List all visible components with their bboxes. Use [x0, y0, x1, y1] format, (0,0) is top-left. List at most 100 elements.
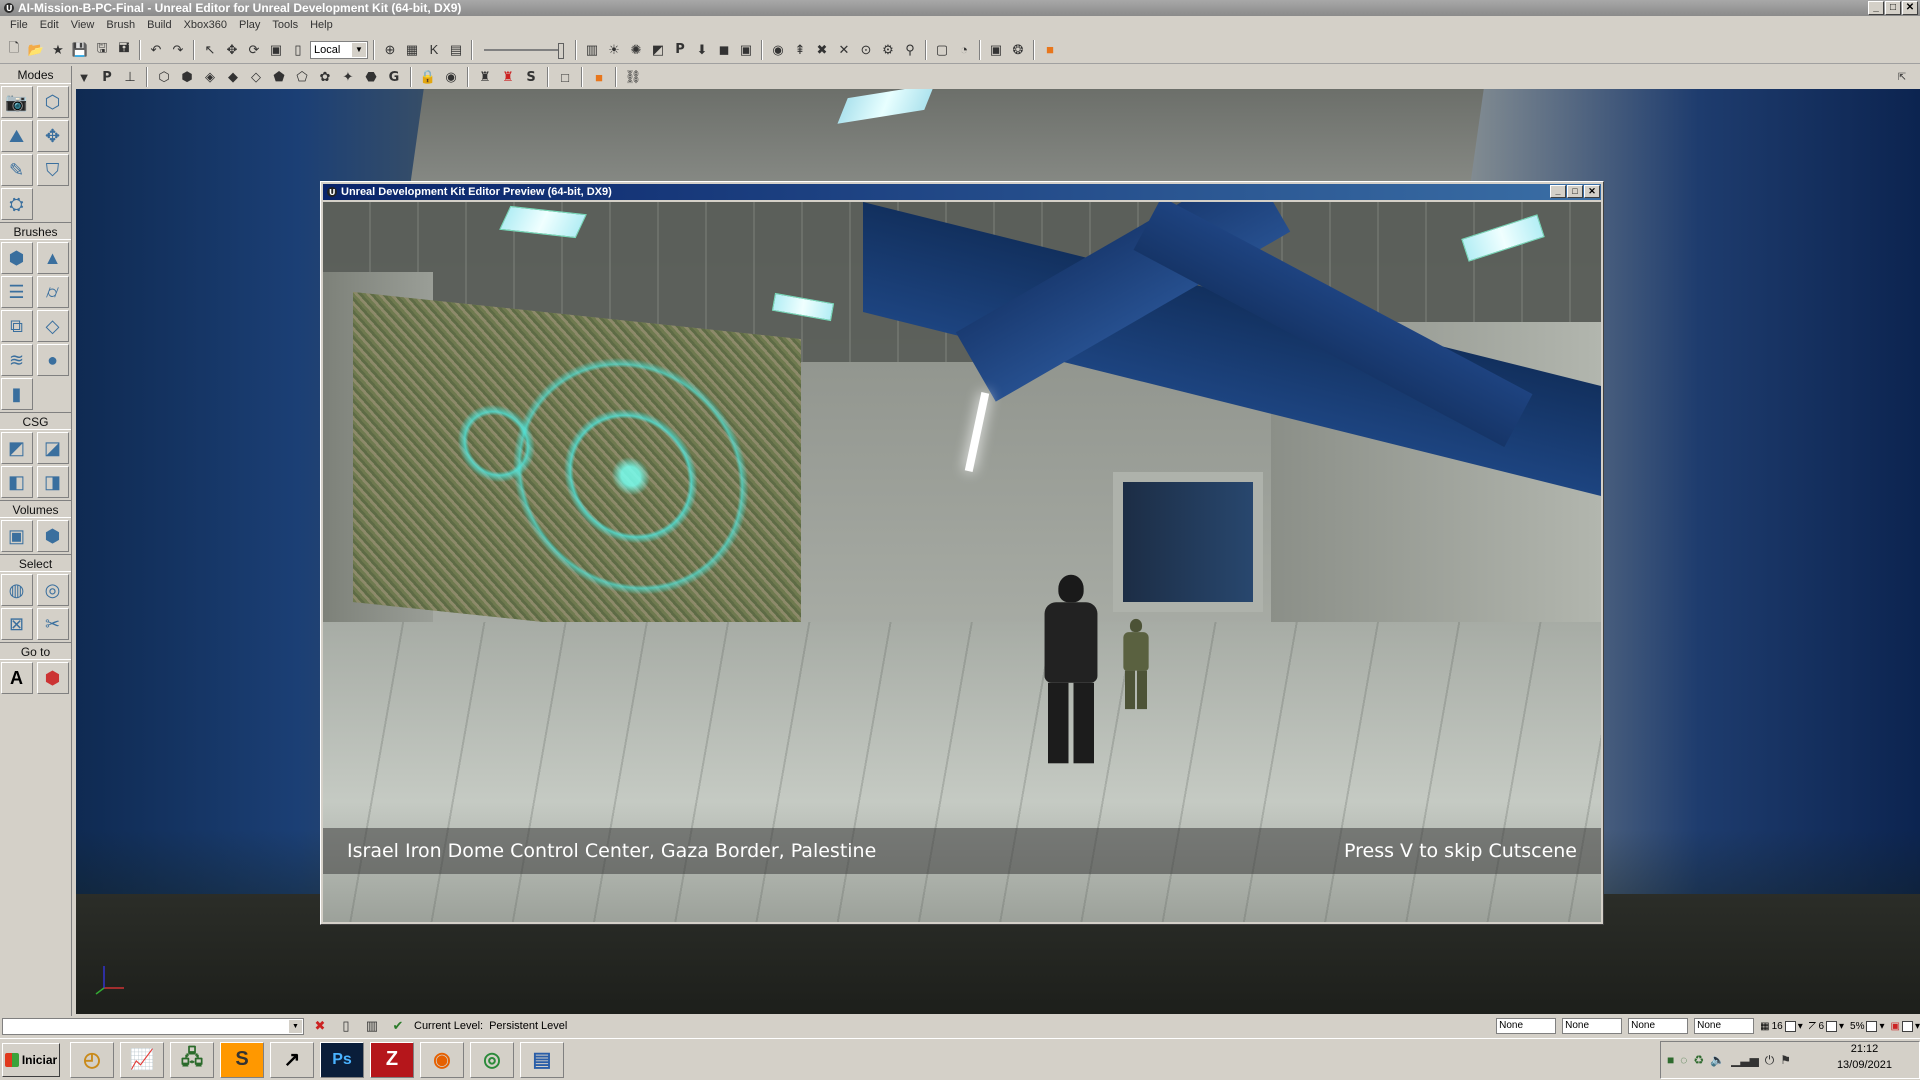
cube-brush-icon[interactable]: ⬢	[0, 242, 33, 274]
grid-size-control[interactable]: ▦ 16 ▾	[1760, 1020, 1803, 1032]
goto-builder-brush-icon[interactable]: ⬢	[36, 662, 69, 694]
tray-sync-icon[interactable]: ◌	[1680, 1053, 1687, 1067]
save-icon[interactable]: 💾	[70, 40, 90, 60]
monitor-icon[interactable]: ▣	[986, 40, 1006, 60]
geometry-mode-icon[interactable]: ⬡	[36, 86, 69, 118]
matinee-icon[interactable]: ▤	[446, 40, 466, 60]
preview-minimize-button[interactable]: _	[1550, 185, 1566, 198]
spiral-stair-brush-icon[interactable]: ≋	[0, 344, 33, 376]
undo-icon[interactable]: ↶	[146, 40, 166, 60]
light-complexity-icon[interactable]: ⬟	[269, 67, 289, 87]
orange-square-icon[interactable]: ■	[1040, 40, 1060, 60]
shader-complexity-icon[interactable]: ✿	[315, 67, 335, 87]
perspective-p-button[interactable]: P	[97, 67, 117, 87]
mesh-paint-mode-icon[interactable]: ✥	[36, 120, 69, 152]
build-cover-icon[interactable]: ◩	[648, 40, 668, 60]
grid-lock-icon[interactable]: ▥	[362, 1016, 382, 1036]
redo-icon[interactable]: ↷	[168, 40, 188, 60]
chevron-down-icon[interactable]: ▾	[1879, 1021, 1884, 1032]
menu-help[interactable]: Help	[304, 19, 339, 31]
save-as-icon[interactable]: 🖬	[114, 40, 134, 60]
unreal-app-icon[interactable]: ↗	[270, 1041, 314, 1078]
menu-brush[interactable]: Brush	[100, 19, 141, 31]
sublime-app-icon[interactable]: S	[220, 1041, 264, 1078]
autosave-control[interactable]: ▣ ▾	[1891, 1020, 1920, 1032]
build-paths-icon[interactable]: ✺	[626, 40, 646, 60]
minimize-button[interactable]: _	[1868, 1, 1884, 15]
select-invert-icon[interactable]: ⊠	[0, 608, 33, 640]
scale-nonuniform-icon[interactable]: ▯	[288, 40, 308, 60]
goto-actor-icon[interactable]: A	[0, 662, 33, 694]
explorer-app-icon[interactable]: ▤	[520, 1041, 564, 1078]
navigation-icon[interactable]: ✖	[812, 40, 832, 60]
chevron-down-icon[interactable]: ▾	[1915, 1021, 1920, 1032]
lightmap-density-icon[interactable]: ✦	[338, 67, 358, 87]
red-x-icon[interactable]: ✖	[310, 1016, 330, 1036]
add-volume-icon[interactable]: ▣	[0, 520, 33, 552]
tray-signal-icon[interactable]: ▁▃▅	[1731, 1053, 1759, 1067]
close-button[interactable]: ✕	[1902, 1, 1918, 15]
unlit-icon[interactable]: ◈	[200, 67, 220, 87]
show-all-icon[interactable]: ✂	[36, 608, 69, 640]
search-actor-icon[interactable]: ⊙	[856, 40, 876, 60]
scale-snap-control[interactable]: 5% ▾	[1850, 1020, 1885, 1032]
link-icon[interactable]: ⛓	[623, 67, 643, 87]
camera-mode-icon[interactable]: 📷	[0, 86, 33, 118]
open-folder-icon[interactable]: 📂	[26, 40, 46, 60]
translate-icon[interactable]: ✥	[222, 40, 242, 60]
play-on-pc-icon[interactable]: ◼	[714, 40, 734, 60]
hide-selected-icon[interactable]: ◎	[36, 574, 69, 606]
menu-file[interactable]: File	[4, 19, 34, 31]
wireframe-icon[interactable]: ⬢	[177, 67, 197, 87]
content-browser-icon[interactable]: ▦	[402, 40, 422, 60]
preview-titlebar[interactable]: U Unreal Development Kit Editor Preview …	[323, 184, 1601, 200]
csg-subtract-icon[interactable]: ◪	[36, 432, 69, 464]
build-lighting-icon[interactable]: ☀	[604, 40, 624, 60]
lock-icon[interactable]: 🔒	[418, 67, 438, 87]
sound-icon[interactable]: ⚙	[878, 40, 898, 60]
rotation-snap-checkbox[interactable]	[1826, 1020, 1837, 1032]
viewport-options-dropdown-icon[interactable]: ▼	[74, 67, 94, 87]
menu-xbox360[interactable]: Xbox360	[178, 19, 233, 31]
globe-icon[interactable]: ◉	[768, 40, 788, 60]
screen-icon[interactable]: ▢	[932, 40, 952, 60]
tray-green-icon[interactable]: ■	[1667, 1053, 1674, 1067]
favorites-star-icon[interactable]: ★	[48, 40, 68, 60]
menu-play[interactable]: Play	[233, 19, 266, 31]
orange-square-icon[interactable]: ■	[589, 67, 609, 87]
linear-stair-brush-icon[interactable]: ⧉	[0, 310, 33, 342]
chrome-app-icon[interactable]: ◎	[470, 1041, 514, 1078]
path-icon[interactable]: ✕	[834, 40, 854, 60]
preview-maximize-button[interactable]: □	[1567, 185, 1583, 198]
command-combo[interactable]	[2, 1017, 304, 1035]
chevron-down-icon[interactable]: ▾	[1798, 1021, 1803, 1032]
network-app-icon[interactable]: 🖧	[170, 1041, 214, 1078]
pin-icon[interactable]: ⇞	[790, 40, 810, 60]
realtime-icon[interactable]: ◔	[954, 40, 974, 60]
status-field-1[interactable]: None	[1496, 1018, 1557, 1034]
csg-deintersect-icon[interactable]: ◨	[36, 466, 69, 498]
brush-wireframe-icon[interactable]: ⬡	[154, 67, 174, 87]
taskbar-clock[interactable]: 21:12 13/09/2021	[1837, 1041, 1892, 1073]
rotation-snap-control[interactable]: ⦢ 6 ▾	[1809, 1020, 1844, 1032]
volumetric-brush-icon[interactable]: ▮	[0, 378, 33, 410]
static-mesh-mode-icon[interactable]: ⛉	[36, 154, 69, 186]
rotate-icon[interactable]: ⟳	[244, 40, 264, 60]
editor-preview-window[interactable]: U Unreal Development Kit Editor Preview …	[320, 181, 1604, 925]
chart-app-icon[interactable]: 📈	[120, 1041, 164, 1078]
status-field-3[interactable]: None	[1628, 1018, 1689, 1034]
user-search-icon[interactable]: ⚲	[900, 40, 920, 60]
autosave-checkbox[interactable]	[1901, 1020, 1913, 1032]
tray-volume-icon[interactable]: 🔈	[1710, 1053, 1725, 1067]
sheet-brush-icon[interactable]: ◇	[36, 310, 69, 342]
firefox-app-icon[interactable]: ◉	[420, 1041, 464, 1078]
red-actor-icon[interactable]: ♜	[498, 67, 518, 87]
save-all-icon[interactable]: 🖫	[92, 40, 112, 60]
play-console-icon[interactable]: ▣	[736, 40, 756, 60]
menu-tools[interactable]: Tools	[266, 19, 304, 31]
kismet-icon[interactable]: K	[424, 40, 444, 60]
texture-density-icon[interactable]: ⬠	[292, 67, 312, 87]
terrain-mode-icon[interactable]: ⛰	[0, 120, 33, 152]
select-arrow-icon[interactable]: ↖	[200, 40, 220, 60]
coordinate-system-select[interactable]: Local	[310, 40, 368, 59]
